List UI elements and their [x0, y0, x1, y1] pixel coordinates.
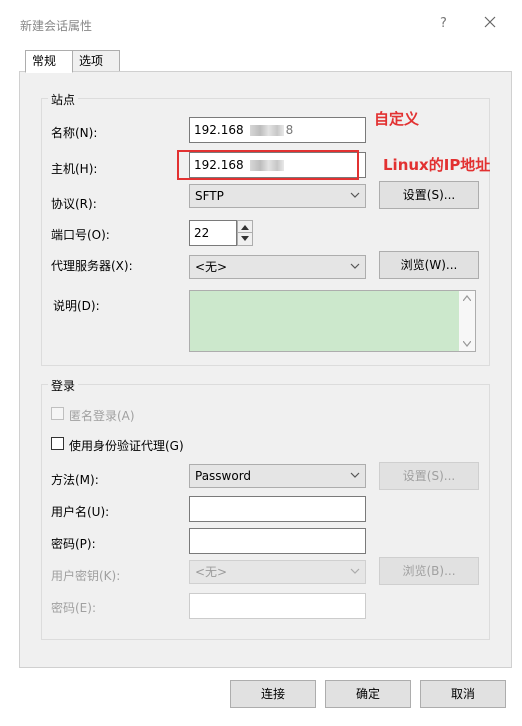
username-label: 用户名(U):	[51, 505, 110, 519]
passphrase-label: 密码(E):	[51, 601, 96, 615]
method-value: Password	[195, 469, 252, 483]
anonymous-login-checkbox[interactable]	[51, 407, 64, 420]
method-select[interactable]: Password	[189, 464, 366, 488]
login-group-title: 登录	[48, 377, 79, 394]
user-key-select[interactable]: <无>	[189, 560, 366, 584]
site-group-title: 站点	[48, 91, 79, 108]
port-label: 端口号(O):	[51, 228, 110, 242]
description-textarea[interactable]	[189, 290, 476, 352]
proxy-value: <无>	[195, 260, 228, 274]
user-key-browse-button[interactable]: 浏览(B)...	[379, 557, 479, 585]
proxy-select[interactable]: <无>	[189, 255, 366, 279]
method-label: 方法(M):	[51, 473, 99, 487]
description-scrollbar[interactable]	[459, 291, 475, 351]
proxy-label: 代理服务器(X):	[51, 259, 133, 273]
port-spinner[interactable]	[237, 220, 253, 246]
chevron-down-icon	[350, 258, 360, 274]
passphrase-input[interactable]	[189, 593, 366, 619]
spin-down-icon[interactable]	[238, 233, 252, 245]
ok-button[interactable]: 确定	[325, 680, 411, 708]
chevron-down-icon	[350, 467, 360, 483]
host-label: 主机(H):	[51, 162, 98, 176]
annotation-custom: 自定义	[374, 110, 420, 128]
password-input[interactable]	[189, 528, 366, 554]
user-key-value: <无>	[195, 565, 228, 579]
chevron-down-icon	[350, 187, 360, 203]
window-title: 新建会话属性	[20, 19, 93, 33]
auth-agent-label: 使用身份验证代理(G)	[69, 439, 184, 453]
title-bar: 新建会话属性 ?	[0, 0, 522, 50]
redacted-blur	[249, 125, 284, 136]
user-key-label: 用户密钥(K):	[51, 569, 121, 583]
scroll-up-icon	[463, 295, 471, 301]
help-icon[interactable]: ?	[440, 16, 447, 31]
host-highlight-box	[177, 150, 359, 180]
port-value: 22	[194, 226, 210, 240]
connect-button[interactable]: 连接	[230, 680, 316, 708]
scroll-down-icon	[463, 341, 471, 347]
dialog-footer: 连接 确定 取消	[0, 668, 522, 726]
tab-general[interactable]: 常规	[25, 50, 73, 73]
chevron-down-icon	[350, 563, 360, 579]
tab-options[interactable]: 选项	[72, 50, 120, 72]
method-settings-button[interactable]: 设置(S)...	[379, 462, 479, 490]
close-icon[interactable]	[480, 12, 500, 32]
port-input[interactable]: 22	[189, 220, 237, 246]
protocol-select[interactable]: SFTP	[189, 184, 366, 208]
annotation-linux-ip: Linux的IP地址	[383, 156, 491, 174]
anonymous-login-label: 匿名登录(A)	[69, 409, 135, 423]
auth-agent-checkbox[interactable]	[51, 437, 64, 450]
protocol-value: SFTP	[195, 189, 224, 203]
name-tail: 8	[285, 123, 294, 137]
spin-up-icon[interactable]	[238, 221, 252, 233]
name-label: 名称(N):	[51, 126, 98, 140]
protocol-settings-button[interactable]: 设置(S)...	[379, 181, 479, 209]
name-input[interactable]: 192.168 8	[189, 117, 366, 143]
proxy-browse-button[interactable]: 浏览(W)...	[379, 251, 479, 279]
name-value: 192.168	[194, 123, 244, 137]
protocol-label: 协议(R):	[51, 197, 97, 211]
description-label: 说明(D):	[53, 299, 100, 313]
cancel-button[interactable]: 取消	[420, 680, 506, 708]
username-input[interactable]	[189, 496, 366, 522]
password-label: 密码(P):	[51, 537, 96, 551]
